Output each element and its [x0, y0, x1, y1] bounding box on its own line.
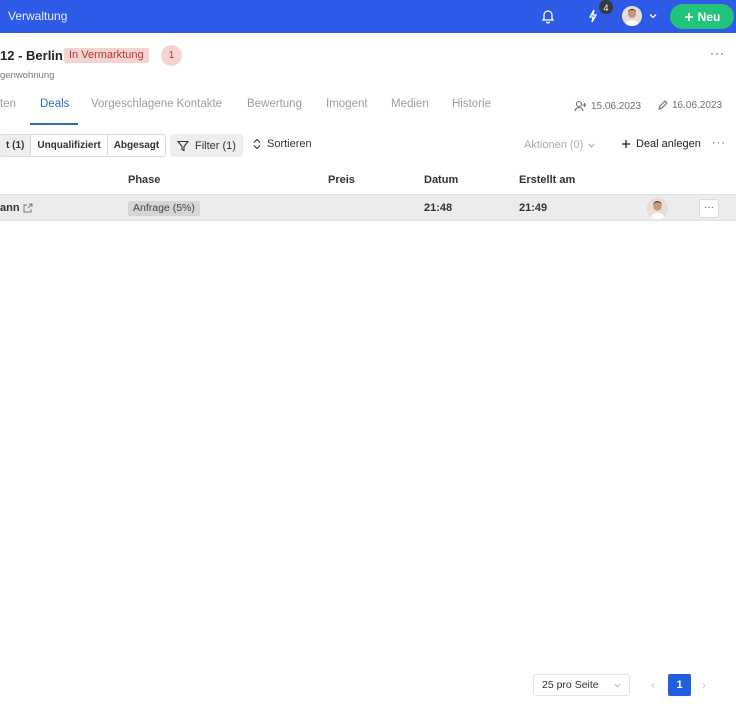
active-tab-indicator	[30, 123, 78, 125]
next-page-button[interactable]: ›	[702, 678, 706, 692]
top-bar: Verwaltung 4 Neu	[0, 0, 736, 33]
column-header-phase[interactable]: Phase	[128, 174, 160, 186]
toolbar-more-button[interactable]: ···	[712, 137, 726, 149]
created-cell: 21:49	[519, 202, 548, 214]
sort-icon	[252, 138, 262, 150]
status-badge: In Vermarktung	[64, 48, 149, 63]
app-title[interactable]: Verwaltung	[8, 9, 67, 23]
add-deal-button[interactable]: Deal anlegen	[621, 138, 701, 150]
sort-button[interactable]: Sortieren	[252, 138, 312, 150]
column-header-date[interactable]: Datum	[424, 174, 458, 186]
chevron-down-icon	[587, 141, 596, 150]
tab-imogent[interactable]: Imogent	[326, 98, 368, 110]
row-more-button[interactable]: ···	[699, 199, 719, 218]
user-avatar[interactable]	[622, 6, 642, 26]
filter-button[interactable]: Filter (1)	[170, 134, 243, 157]
plus-icon	[621, 139, 631, 149]
edited-date: 16.06.2023	[672, 100, 723, 111]
deal-name-cell[interactable]: ann	[0, 202, 33, 214]
column-header-created[interactable]: Erstellt am	[519, 174, 575, 186]
tab-partial[interactable]: ten	[0, 98, 16, 110]
deal-name: ann	[0, 202, 20, 214]
tab-history[interactable]: Historie	[452, 98, 491, 110]
new-button-label: Neu	[697, 9, 721, 24]
table-row[interactable]: ann Anfrage (5%) 21:48 21:49 ···	[0, 194, 736, 221]
chevron-down-icon[interactable]	[648, 11, 658, 21]
created-meta: 15.06.2023	[574, 100, 641, 112]
plus-icon	[684, 12, 694, 22]
actions-label: Aktionen (0)	[524, 139, 584, 151]
add-deal-label: Deal anlegen	[636, 138, 701, 150]
header-more-button[interactable]: ···	[710, 46, 725, 60]
count-badge[interactable]: 1	[161, 45, 182, 66]
segment-active[interactable]: t (1)	[0, 135, 32, 156]
filter-label: Filter (1)	[195, 139, 236, 152]
segment-cancelled[interactable]: Abgesagt	[108, 135, 166, 156]
tab-rating[interactable]: Bewertung	[247, 98, 302, 110]
owner-avatar[interactable]	[647, 198, 668, 219]
tab-media[interactable]: Medien	[391, 98, 429, 110]
sort-label: Sortieren	[267, 138, 312, 150]
pencil-icon	[657, 100, 668, 111]
actions-dropdown[interactable]: Aktionen (0)	[524, 139, 596, 151]
tab-suggested-contacts[interactable]: Vorgeschlagene Kontakte	[91, 98, 222, 110]
column-header-price[interactable]: Preis	[328, 174, 355, 186]
phase-badge: Anfrage (5%)	[128, 201, 200, 216]
bell-icon[interactable]	[540, 8, 556, 24]
new-button[interactable]: Neu	[670, 4, 734, 29]
current-page-button[interactable]: 1	[668, 674, 691, 696]
tab-deals[interactable]: Deals	[40, 98, 69, 110]
external-link-icon[interactable]	[23, 203, 33, 213]
page-subtitle: genwohnung	[0, 70, 55, 81]
notification-badge: 4	[598, 0, 614, 15]
chevron-down-icon	[613, 681, 622, 690]
per-page-select[interactable]: 25 pro Seite	[533, 674, 630, 696]
segment-unqualified[interactable]: Unqualifiziert	[31, 135, 108, 156]
prev-page-button[interactable]: ‹	[651, 678, 655, 692]
created-date: 15.06.2023	[591, 100, 642, 112]
add-user-icon	[574, 100, 587, 112]
filter-icon	[177, 140, 189, 152]
page-title: 12 - Berlin	[0, 48, 63, 63]
per-page-value: 25 pro Seite	[542, 679, 599, 691]
status-segment-control: t (1) Unqualifiziert Abgesagt	[0, 134, 167, 157]
date-cell: 21:48	[424, 202, 453, 214]
edited-meta: 16.06.2023	[657, 100, 722, 111]
